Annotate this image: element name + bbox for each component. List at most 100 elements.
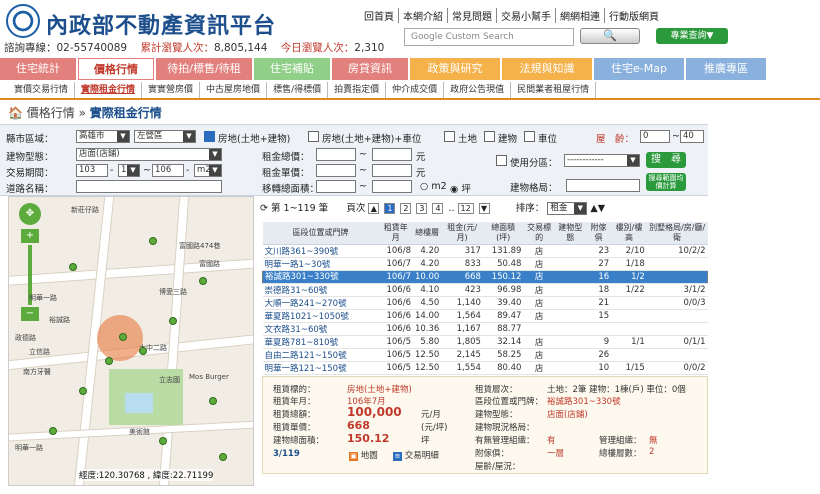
sort-desc-icon[interactable]: ▼ bbox=[598, 203, 605, 214]
map-panel[interactable]: ✥ + − 新莊仔路 富國路474巷 富國路 博愛三路 明華一路 裕誠路 政德路… bbox=[8, 196, 254, 486]
refresh-icon[interactable]: ⟳ bbox=[260, 203, 268, 214]
unit-from-input[interactable] bbox=[316, 164, 356, 177]
subtab-sale[interactable]: 實價交易行情 bbox=[8, 82, 76, 98]
map-pin[interactable] bbox=[79, 387, 87, 395]
unit-ping-radio[interactable]: ◉ 坪 bbox=[450, 181, 471, 195]
table-row[interactable]: 崇德路31~60號 106/6 4.10 423 96.98 店 18 1/22 3/1/2 bbox=[262, 283, 708, 297]
col-header[interactable]: 區段位置或門牌 bbox=[262, 222, 379, 245]
tab-mortgage[interactable]: 房貸資訊 bbox=[332, 58, 408, 80]
table-row[interactable]: 文衣路31~60號 106/6 10.36 1,167 88.77 bbox=[262, 322, 708, 336]
tab-auctions[interactable]: 待拍/標售/待租 bbox=[156, 58, 252, 80]
col-header[interactable]: 附傢俱 bbox=[585, 222, 612, 245]
tab-emap[interactable]: 住宅e-Map bbox=[594, 58, 684, 80]
map-pin[interactable] bbox=[209, 397, 217, 405]
map-link[interactable]: ▣ 地圖 bbox=[349, 449, 378, 461]
cell-address[interactable]: 文川路361~390號 bbox=[262, 244, 379, 258]
type-land-checkbox[interactable] bbox=[444, 131, 455, 142]
cell-address[interactable]: 文衣路31~60號 bbox=[262, 322, 379, 336]
subtab-gov[interactable]: 政府公告現值 bbox=[444, 82, 512, 98]
map-pin[interactable] bbox=[169, 317, 177, 325]
col-header[interactable]: 交易標的 bbox=[523, 222, 555, 245]
cell-address[interactable]: 明華一路121~150號 bbox=[262, 361, 379, 375]
map-pan-control-icon[interactable]: ✥ bbox=[19, 203, 41, 225]
type-house-checkbox[interactable] bbox=[204, 131, 215, 142]
nav-mobile[interactable]: 行動版網頁 bbox=[605, 8, 663, 23]
area-to-input[interactable] bbox=[372, 180, 412, 193]
subtab-auction[interactable]: 拍賣指定價 bbox=[328, 82, 387, 98]
usage-select[interactable]: ------------ ▼ bbox=[564, 154, 640, 167]
subtab-presale[interactable]: 實實營房價 bbox=[142, 82, 201, 98]
zoom-in-icon[interactable]: + bbox=[21, 229, 39, 243]
type-car-checkbox[interactable] bbox=[524, 131, 535, 142]
nav-links[interactable]: 網網相連 bbox=[556, 8, 605, 23]
sort-asc-icon[interactable]: ▲ bbox=[590, 203, 597, 214]
map-pin[interactable] bbox=[49, 427, 57, 435]
tab-policy[interactable]: 政策與研究 bbox=[410, 58, 500, 80]
cell-address[interactable]: 華夏路1021~1050號 bbox=[262, 309, 379, 323]
age-to-input[interactable]: 40 bbox=[680, 130, 704, 143]
table-row[interactable]: 明華一路121~150號 106/5 12.50 1,554 80.40 店 10 1/15 0… bbox=[262, 361, 708, 375]
cell-address[interactable]: 華夏路781~810號 bbox=[262, 335, 379, 349]
col-header[interactable]: 樓別/樓高 bbox=[611, 222, 647, 245]
cell-address[interactable]: 裕誠路301~330號 bbox=[262, 270, 379, 284]
detail-link[interactable]: ≡ 交易明細 bbox=[393, 449, 439, 461]
subtab-used[interactable]: 中古屋房地價 bbox=[200, 82, 268, 98]
year-from-input[interactable]: 103 bbox=[76, 164, 108, 177]
page-link[interactable]: 12 bbox=[457, 203, 474, 214]
subtab-bid[interactable]: 標售/得標價 bbox=[267, 82, 329, 98]
layout-input[interactable] bbox=[566, 179, 640, 192]
type-building-checkbox[interactable] bbox=[484, 131, 495, 142]
area-from-input[interactable] bbox=[316, 180, 356, 193]
age-from-input[interactable]: 0 bbox=[640, 130, 670, 143]
cell-address[interactable]: 崇德路31~60號 bbox=[262, 283, 379, 297]
county-select[interactable]: 高雄市 ▼ bbox=[76, 130, 130, 143]
nav-helper[interactable]: 交易小幫手 bbox=[497, 8, 556, 23]
col-header[interactable]: 租賃年月 bbox=[378, 222, 413, 245]
page-link[interactable]: 4 bbox=[432, 203, 444, 214]
tab-law[interactable]: 法規與知識 bbox=[502, 58, 592, 80]
table-row[interactable]: 華夏路1021~1050號 106/6 14.00 1,564 89.47 店 15 bbox=[262, 309, 708, 323]
col-header[interactable]: 建物型態 bbox=[554, 222, 586, 245]
unit-to-input[interactable] bbox=[372, 164, 412, 177]
search-submit-button[interactable]: 搜 尋 bbox=[646, 152, 686, 168]
map-pin[interactable] bbox=[159, 437, 167, 445]
map-pin[interactable] bbox=[139, 347, 147, 355]
table-row[interactable]: 文川路361~390號 106/8 4.20 317 131.89 店 23 2/10 10/2… bbox=[262, 244, 708, 258]
nav-home[interactable]: 回首頁 bbox=[360, 8, 399, 23]
cell-address[interactable]: 明華一路1~30號 bbox=[262, 257, 379, 271]
subtab-agent[interactable]: 仲介成交價 bbox=[386, 82, 445, 98]
col-header[interactable]: 總面積(坪) bbox=[482, 222, 524, 245]
total-from-input[interactable] bbox=[316, 148, 356, 161]
map-pin[interactable] bbox=[149, 237, 157, 245]
cell-address[interactable]: 大順一路241~270號 bbox=[262, 296, 379, 310]
next-page-icon[interactable]: ▼ bbox=[478, 203, 490, 214]
total-to-input[interactable] bbox=[372, 148, 412, 161]
subtab-private[interactable]: 民間業者租屋行情 bbox=[511, 82, 597, 98]
page-link[interactable]: 2 bbox=[400, 203, 412, 214]
table-row[interactable]: 裕誠路301~330號 106/7 10.00 668 150.12 店 16 1/2 bbox=[262, 270, 708, 284]
table-row[interactable]: 明華一路1~30號 106/7 4.20 833 50.48 店 27 1/18 bbox=[262, 257, 708, 271]
page-link[interactable]: 3 bbox=[416, 203, 428, 214]
tab-housing-stats[interactable]: 住宅統計 bbox=[0, 58, 76, 80]
tab-promotion[interactable]: 推廣專區 bbox=[686, 58, 766, 80]
year-to-input[interactable]: 106 bbox=[152, 164, 184, 177]
breadcrumb-parent[interactable]: 價格行情 bbox=[27, 106, 75, 120]
btype-select[interactable]: 店面(店鋪) ▼ bbox=[76, 148, 222, 161]
zoom-out-icon[interactable]: − bbox=[21, 307, 39, 321]
table-row[interactable]: 大順一路241~270號 106/6 4.50 1,140 39.40 店 21 0/0/3 bbox=[262, 296, 708, 310]
cell-address[interactable]: 自由二路121~150號 bbox=[262, 348, 379, 362]
usage-checkbox[interactable] bbox=[496, 155, 507, 166]
col-header[interactable]: 別墅格局/房/廳/衛 bbox=[646, 222, 708, 245]
map-pin[interactable] bbox=[105, 357, 113, 365]
search-button[interactable]: 🔍 bbox=[580, 28, 640, 44]
road-input[interactable] bbox=[76, 180, 222, 193]
prev-page-icon[interactable]: ▲ bbox=[368, 203, 380, 214]
map-pin[interactable] bbox=[199, 277, 207, 285]
unit-m2-radio[interactable]: ○ m2 bbox=[420, 181, 447, 192]
type-house-car-checkbox[interactable] bbox=[308, 131, 319, 142]
sort-select[interactable]: 租金 ▼ bbox=[547, 202, 588, 215]
month-to-select[interactable]: m2 ▼ bbox=[194, 164, 222, 177]
tab-subsidy[interactable]: 住宅補貼 bbox=[254, 58, 330, 80]
subtab-rent[interactable]: 實際租金行情 bbox=[75, 82, 143, 98]
district-select[interactable]: 左營區 ▼ bbox=[134, 130, 196, 143]
